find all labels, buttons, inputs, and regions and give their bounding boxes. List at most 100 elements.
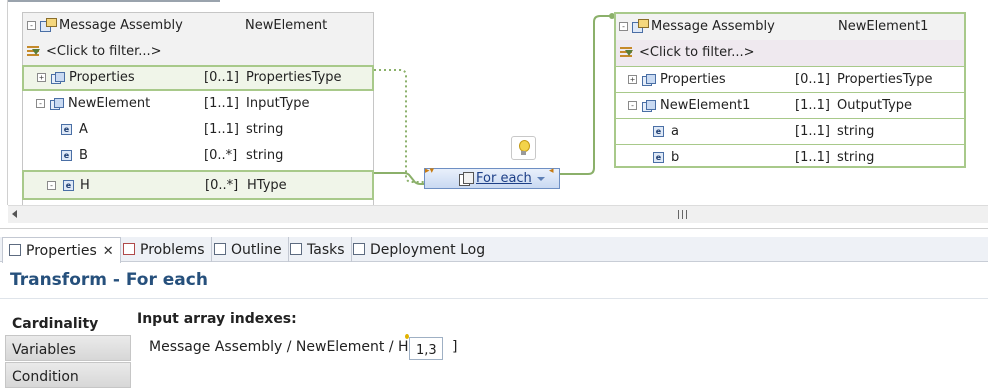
source-title-value: NewElement: [245, 18, 328, 33]
index-input[interactable]: [409, 337, 443, 360]
source-row-name: NewElement: [68, 96, 151, 111]
tab-label: Deployment Log: [370, 242, 486, 258]
tab-properties[interactable]: Properties ✕: [2, 237, 121, 263]
target-row-card: [0..1]: [795, 72, 830, 87]
filter-icon: [27, 46, 41, 58]
element-icon: e: [61, 150, 72, 161]
transform-icon: [459, 172, 474, 186]
chevron-down-icon[interactable]: [537, 177, 545, 181]
side-tab-cardinality[interactable]: Cardinality: [5, 309, 131, 335]
source-row-h[interactable]: - e H [0..*] HType: [22, 170, 374, 200]
mapping-editor: - Message Assembly NewElement <Click to …: [0, 0, 988, 228]
source-row-type: InputType: [246, 96, 310, 111]
properties-icon: [50, 98, 64, 110]
source-filter[interactable]: <Click to filter...>: [46, 44, 162, 59]
target-row-name: a: [671, 124, 679, 139]
properties-icon: [51, 72, 65, 84]
properties-icon: [642, 74, 656, 86]
lightbulb-icon[interactable]: [511, 136, 536, 160]
target-row-card: [1..1]: [795, 98, 830, 113]
tab-deployment-log[interactable]: Deployment Log: [347, 237, 491, 262]
element-icon: e: [63, 180, 74, 191]
source-row-newelement[interactable]: - NewElement [1..1] InputType: [23, 91, 373, 117]
tasks-icon: [290, 243, 302, 255]
target-message-box: - Message Assembly NewElement1 <Click to…: [614, 12, 966, 168]
input-array-path: Message Assembly / NewElement / H [: [149, 339, 419, 355]
side-tab-condition[interactable]: Condition: [5, 362, 131, 388]
tab-tasks[interactable]: Tasks: [284, 237, 352, 262]
foreach-label[interactable]: For each: [476, 171, 532, 186]
tab-label: Problems: [140, 242, 205, 258]
source-row-type: string: [246, 148, 284, 163]
source-row-type: HType: [247, 178, 287, 193]
expand-icon[interactable]: +: [628, 75, 637, 84]
source-title-row[interactable]: - Message Assembly NewElement: [23, 13, 373, 39]
view-tab-bar: Properties ✕ Problems Outline Tasks Deplo…: [0, 237, 988, 263]
horizontal-scrollbar[interactable]: [8, 205, 988, 223]
target-filter-row[interactable]: <Click to filter...>: [616, 40, 964, 66]
properties-icon: [642, 100, 656, 112]
target-row-type: string: [837, 150, 875, 165]
target-title: Message Assembly: [651, 19, 775, 34]
target-row-type: PropertiesType: [837, 72, 933, 87]
source-row-card: [0..*]: [204, 148, 238, 163]
source-row-properties[interactable]: + Properties [0..1] PropertiesType: [22, 65, 374, 91]
target-row-a[interactable]: e a [1..1] string: [616, 118, 964, 144]
source-row-name: Properties: [69, 70, 135, 85]
close-bracket: ]: [452, 339, 458, 355]
target-title-row[interactable]: - Message Assembly NewElement1: [616, 14, 964, 40]
output-connection: [560, 15, 614, 175]
filter-icon: [620, 47, 634, 59]
side-tab-variables[interactable]: Variables: [5, 335, 131, 361]
properties-connection: [374, 69, 424, 183]
source-row-b[interactable]: e B [0..*] string: [23, 143, 373, 169]
view-divider[interactable]: [0, 228, 988, 237]
source-row-type: string: [246, 122, 284, 137]
output-port-icon: ◂: [549, 166, 554, 176]
problems-icon: [123, 243, 135, 255]
message-assembly-icon: [632, 19, 649, 33]
source-row-card: [1..1]: [204, 122, 239, 137]
target-row-card: [1..1]: [795, 150, 830, 165]
target-filter[interactable]: <Click to filter...>: [639, 45, 755, 60]
collapse-icon[interactable]: -: [36, 99, 45, 108]
collapse-icon[interactable]: -: [47, 181, 56, 190]
scroll-left-icon[interactable]: [12, 210, 17, 218]
source-row-card: [0..1]: [204, 70, 239, 85]
scroll-grip[interactable]: [678, 210, 690, 219]
title-divider: [0, 298, 988, 299]
source-row-name: H: [80, 178, 90, 193]
target-row-newelement1[interactable]: - NewElement1 [1..1] OutputType: [616, 92, 964, 118]
target-row-name: b: [671, 150, 680, 165]
tab-label: Tasks: [307, 242, 345, 258]
collapse-icon[interactable]: -: [619, 22, 628, 31]
collapse-icon[interactable]: -: [628, 101, 637, 110]
target-row-properties[interactable]: + Properties [0..1] PropertiesType: [616, 66, 964, 92]
tab-problems[interactable]: Problems: [117, 237, 212, 262]
source-filter-row[interactable]: <Click to filter...>: [23, 39, 373, 65]
element-icon: e: [653, 126, 664, 137]
tab-label: Outline: [231, 242, 282, 258]
source-row-card: [0..*]: [205, 178, 239, 193]
target-row-card: [1..1]: [795, 124, 830, 139]
source-row-type: PropertiesType: [246, 70, 342, 85]
input-array-indexes-label: Input array indexes:: [137, 311, 297, 327]
source-row-a[interactable]: e A [1..1] string: [23, 117, 373, 143]
tab-label: Properties: [26, 243, 97, 259]
collapse-icon[interactable]: -: [27, 21, 36, 30]
input-port-icon: ▸▾: [425, 166, 435, 176]
message-assembly-icon: [40, 18, 57, 32]
deployment-log-icon: [353, 243, 365, 255]
target-row-name: NewElement1: [660, 98, 751, 113]
element-icon: e: [653, 152, 664, 163]
foreach-transform-node[interactable]: For each: [424, 168, 560, 189]
source-row-name: A: [79, 122, 88, 137]
h-input-connection: [374, 172, 424, 185]
properties-title: Transform - For each: [10, 270, 208, 290]
outline-icon: [214, 243, 226, 255]
target-row-name: Properties: [660, 72, 726, 87]
close-icon[interactable]: ✕: [103, 244, 114, 259]
tab-outline[interactable]: Outline: [208, 237, 289, 262]
target-row-b[interactable]: e b [1..1] string: [616, 144, 964, 170]
expand-icon[interactable]: +: [37, 73, 46, 82]
